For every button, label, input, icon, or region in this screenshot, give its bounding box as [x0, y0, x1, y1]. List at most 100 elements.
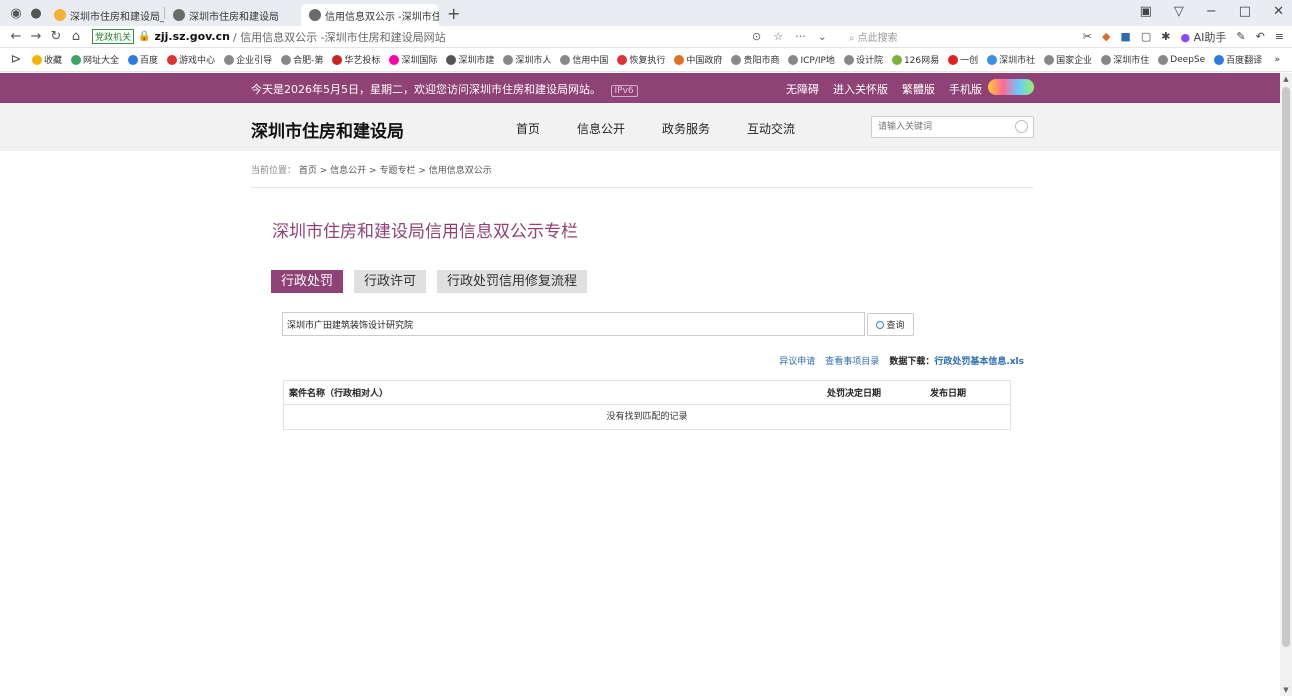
maximize-icon[interactable]: □	[1239, 4, 1251, 19]
care-mode-link[interactable]: 进入关怀版	[833, 81, 888, 97]
query-input[interactable]	[282, 312, 865, 336]
tab-label: 深圳市住房和建设局	[189, 11, 279, 23]
bookmark-item[interactable]: DeepSe	[1158, 53, 1205, 66]
column-header-decision-date[interactable]: 处罚决定日期	[827, 386, 881, 399]
site-search-input[interactable]	[872, 117, 1002, 137]
bookmark-icon	[32, 54, 42, 65]
bookmark-item[interactable]: 收藏	[32, 53, 62, 66]
more-bookmarks-icon[interactable]: »	[1274, 55, 1280, 65]
nav-gov-service[interactable]: 政务服务	[662, 120, 710, 137]
bookmark-item[interactable]: 合肥-第	[281, 53, 323, 66]
pin-icon[interactable]: ✱	[1161, 30, 1170, 43]
browser-tab[interactable]: 深圳市住房和建设局 ×	[165, 4, 301, 26]
location-icon[interactable]: ⊙	[752, 30, 761, 43]
bookmark-icon	[332, 54, 343, 65]
breadcrumb-info-public[interactable]: 信息公开	[330, 166, 366, 176]
bookmark-item[interactable]: 企业引导	[224, 53, 272, 66]
shield-icon[interactable]: ●	[26, 6, 46, 21]
event-logo[interactable]	[988, 79, 1034, 95]
nav-info-public[interactable]: 信息公开	[577, 120, 625, 137]
site-header: 深圳市住房和建设局 首页 信息公开 政务服务 互动交流	[0, 103, 1280, 151]
bookmark-item[interactable]: 百度	[128, 53, 158, 66]
scissors-icon[interactable]: ✂	[1083, 30, 1092, 43]
bookmark-item[interactable]: 百度翻译	[1214, 53, 1262, 66]
scrollbar[interactable]: ▲ ▼	[1280, 73, 1292, 696]
bookmark-icon	[891, 54, 902, 65]
browser-tab[interactable]: 深圳市住房和建设局_360搜 ×	[46, 4, 164, 26]
bookmark-item[interactable]: ICP/IP地	[788, 53, 835, 66]
bookmark-icon	[1101, 54, 1112, 65]
home-icon[interactable]: ⌂	[66, 29, 86, 44]
chevron-down-icon[interactable]: ⌄	[818, 30, 827, 43]
query-button[interactable]: 查询	[867, 313, 914, 336]
browser-menu-icon[interactable]: ◉	[6, 6, 26, 21]
site-search	[871, 116, 1034, 138]
ai-helper-button[interactable]: ● AI助手	[1180, 29, 1226, 45]
tools-icon[interactable]: ✎	[1236, 30, 1245, 43]
column-header-publish-date[interactable]: 发布日期	[930, 386, 966, 399]
tab-admin-license[interactable]: 行政许可	[354, 270, 427, 293]
bookmark-item[interactable]: 深圳国际	[389, 53, 437, 66]
translate-icon[interactable]: ■	[1120, 30, 1130, 43]
download-link[interactable]: 行政处罚基本信息.xls	[934, 357, 1024, 367]
forward-icon[interactable]: →	[26, 29, 46, 44]
url-field[interactable]: 党政机关 🔒 zjj.sz.gov.cn / 信用信息双公示 -深圳市住房和建设…	[92, 29, 446, 45]
column-header-case[interactable]: 案件名称（行政相对人）	[289, 386, 388, 399]
reload-icon[interactable]: ↻	[46, 29, 66, 44]
restore-icon[interactable]: ▽	[1174, 4, 1184, 19]
scroll-thumb[interactable]	[1282, 87, 1290, 647]
undo-icon[interactable]: ↶	[1256, 30, 1265, 43]
bookmark-item[interactable]: 网址大全	[71, 53, 119, 66]
breadcrumb-special[interactable]: 专题专栏	[379, 166, 415, 176]
catalog-link[interactable]: 查看事项目录	[825, 354, 879, 367]
screen-icon[interactable]: ▢	[1141, 30, 1151, 43]
scroll-up-icon[interactable]: ▲	[1280, 75, 1292, 83]
star-icon[interactable]: ☆	[773, 30, 783, 43]
tab-list-icon[interactable]: ▣	[1140, 4, 1152, 19]
back-icon[interactable]: ←	[6, 29, 26, 44]
sidebar-toggle-icon[interactable]: ⊳	[6, 52, 26, 67]
close-window-icon[interactable]: ✕	[1273, 4, 1284, 19]
menu-icon[interactable]: ≡	[1275, 30, 1284, 43]
scroll-down-icon[interactable]: ▼	[1280, 686, 1292, 694]
bookmark-item[interactable]: 信用中国	[560, 53, 608, 66]
new-tab-icon[interactable]: +	[447, 4, 460, 23]
nav-interaction[interactable]: 互动交流	[747, 120, 795, 137]
more-icon[interactable]: ···	[795, 30, 806, 43]
objection-link[interactable]: 异议申请	[779, 354, 815, 367]
breadcrumb-home[interactable]: 首页	[299, 166, 317, 176]
traditional-chinese-link[interactable]: 繁體版	[902, 81, 935, 97]
results-table: 案件名称（行政相对人） 处罚决定日期 发布日期 没有找到匹配的记录	[283, 380, 1011, 430]
bookmark-item[interactable]: 恢复执行	[617, 53, 665, 66]
breadcrumb-current[interactable]: 信用信息双公示	[429, 166, 492, 176]
browser-tab-active[interactable]: 信用信息双公示 -深圳市住 ×	[301, 4, 439, 26]
tab-admin-penalty[interactable]: 行政处罚	[271, 270, 344, 293]
bookmark-item[interactable]: 国家企业	[1044, 53, 1092, 66]
browser-search-field[interactable]: ⌕ 点此搜索	[849, 29, 898, 44]
ipv6-badge: IPv6	[610, 85, 638, 97]
bookmark-item[interactable]: 设计院	[843, 53, 883, 66]
bookmark-item[interactable]: 深圳市住	[1101, 53, 1149, 66]
bookmark-icon	[948, 54, 959, 65]
site-title[interactable]: 深圳市住房和建设局	[251, 117, 404, 142]
bookmark-item[interactable]: 深圳市人	[503, 53, 551, 66]
game-icon[interactable]: ◆	[1102, 30, 1110, 43]
bookmark-item[interactable]: 126网易	[891, 53, 939, 66]
gov-badge: 党政机关	[92, 29, 135, 44]
bookmark-item[interactable]: 中国政府	[674, 53, 722, 66]
nav-home[interactable]: 首页	[516, 120, 540, 137]
mobile-version-link[interactable]: 手机版	[949, 81, 982, 97]
bookmark-item[interactable]: 华艺投标	[332, 53, 380, 66]
bookmark-item[interactable]: 深圳市建	[446, 53, 494, 66]
bookmark-item[interactable]: 深圳市社	[987, 53, 1035, 66]
accessibility-link[interactable]: 无障碍	[786, 81, 819, 97]
tab-label: 深圳市住房和建设局_360搜	[70, 11, 164, 23]
search-icon[interactable]	[1015, 120, 1028, 133]
bookmark-item[interactable]: 一创	[948, 53, 978, 66]
bookmark-icon	[389, 54, 400, 65]
tab-credit-repair[interactable]: 行政处罚信用修复流程	[437, 270, 588, 293]
bookmarks-bar: ⊳ 收藏 网址大全 百度 游戏中心 企业引导 合肥-第 华艺投标 深圳国际 深圳市建 深圳市人 信用…	[0, 48, 1292, 72]
bookmark-item[interactable]: 贵阳市商	[731, 53, 779, 66]
bookmark-item[interactable]: 游戏中心	[167, 53, 215, 66]
minimize-icon[interactable]: −	[1206, 4, 1217, 19]
